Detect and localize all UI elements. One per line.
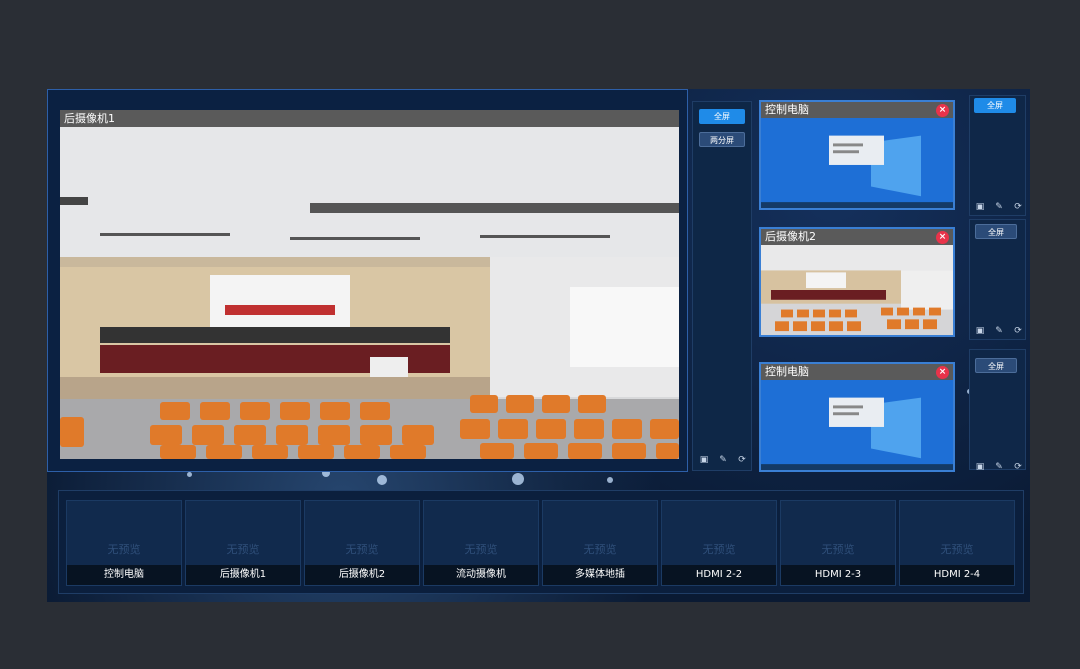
source-tile[interactable]: 无预览 HDMI 2-4 [899,500,1015,586]
no-preview-text: 无预览 [940,543,974,556]
refresh-icon[interactable]: ⟳ [1013,462,1023,472]
close-icon[interactable]: × [936,104,949,117]
video-wall-stage: 后摄像机1 全屏 两分屏 ▣ ✎ ⟳ 控制电脑 × 后摄像机2 × 控制电脑 ×… [47,89,1030,602]
preview-control-pc-1[interactable]: 控制电脑 × [759,100,955,210]
no-preview-text: 无预览 [345,543,379,556]
edit-icon[interactable]: ✎ [718,455,728,465]
preview-title: 控制电脑 × [761,102,953,118]
preview-rear-camera-2[interactable]: 后摄像机2 × [759,227,955,337]
save-icon[interactable]: ▣ [975,462,985,472]
sparkle-decoration [187,472,192,477]
source-label: 流动摄像机 [424,565,538,585]
preview-desktop-feed [761,118,953,208]
no-preview-text: 无预览 [702,543,736,556]
source-tile[interactable]: 无预览 后摄像机1 [185,500,301,586]
source-label: HDMI 2-2 [662,565,776,585]
auditorium-video-frame [60,127,679,459]
fullscreen-button[interactable]: 全屏 [699,109,745,124]
sparkle-decoration [512,473,524,485]
sparkle-decoration [377,475,387,485]
refresh-icon[interactable]: ⟳ [737,455,747,465]
save-icon[interactable]: ▣ [975,326,985,336]
refresh-icon[interactable]: ⟳ [1013,202,1023,212]
auditorium-thumbnail [761,245,953,335]
fullscreen-button[interactable]: 全屏 [975,224,1017,239]
source-label: HDMI 2-3 [781,565,895,585]
source-tile[interactable]: 无预览 多媒体地插 [542,500,658,586]
source-label: 控制电脑 [67,565,181,585]
layout-control-column: 全屏 两分屏 ▣ ✎ ⟳ [692,101,752,471]
sparkle-decoration [607,477,613,483]
source-tile[interactable]: 无预览 流动摄像机 [423,500,539,586]
main-viewer[interactable]: 后摄像机1 [47,89,688,472]
edit-icon[interactable]: ✎ [994,202,1004,212]
source-label: 后摄像机1 [186,565,300,585]
save-icon[interactable]: ▣ [699,455,709,465]
main-viewer-title: 后摄像机1 [60,110,679,127]
source-label: HDMI 2-4 [900,565,1014,585]
slot-tool-row: ▣ ✎ ⟳ [975,202,1023,212]
preview-title: 后摄像机2 × [761,229,953,245]
source-label: 多媒体地插 [543,565,657,585]
edit-icon[interactable]: ✎ [994,326,1004,336]
main-tool-row: ▣ ✎ ⟳ [699,455,747,465]
no-preview-text: 无预览 [107,543,141,556]
preview-title: 控制电脑 × [761,364,953,380]
source-tile[interactable]: 无预览 后摄像机2 [304,500,420,586]
slot-tool-row: ▣ ✎ ⟳ [975,326,1023,336]
edit-icon[interactable]: ✎ [994,462,1004,472]
source-label: 后摄像机2 [305,565,419,585]
preview-control-pc-2[interactable]: 控制电脑 × [759,362,955,472]
fullscreen-button[interactable]: 全屏 [974,98,1016,113]
desktop-frame [761,118,953,208]
no-preview-text: 无预览 [583,543,617,556]
close-icon[interactable]: × [936,366,949,379]
source-tile[interactable]: 无预览 控制电脑 [66,500,182,586]
preview-camera-feed [761,245,953,335]
output-slot-2[interactable]: 全屏 ▣ ✎ ⟳ [969,219,1026,340]
refresh-icon[interactable]: ⟳ [1013,326,1023,336]
no-preview-text: 无预览 [226,543,260,556]
output-slot-3[interactable]: 全屏 ▣ ✎ ⟳ [969,349,1026,472]
main-camera-feed[interactable] [60,127,679,459]
source-list: 无预览 控制电脑 无预览 后摄像机1 无预览 后摄像机2 无预览 流动摄像机 无… [58,490,1024,594]
slot-tool-row: ▣ ✎ ⟳ [975,462,1023,472]
no-preview-text: 无预览 [821,543,855,556]
preview-desktop-feed [761,380,953,470]
save-icon[interactable]: ▣ [975,202,985,212]
close-icon[interactable]: × [936,231,949,244]
no-preview-text: 无预览 [464,543,498,556]
output-slot-1[interactable]: 全屏 ▣ ✎ ⟳ [969,95,1026,216]
split-two-button[interactable]: 两分屏 [699,132,745,147]
fullscreen-button[interactable]: 全屏 [975,358,1017,373]
source-tile[interactable]: 无预览 HDMI 2-3 [780,500,896,586]
source-tile[interactable]: 无预览 HDMI 2-2 [661,500,777,586]
desktop-frame [761,380,953,470]
